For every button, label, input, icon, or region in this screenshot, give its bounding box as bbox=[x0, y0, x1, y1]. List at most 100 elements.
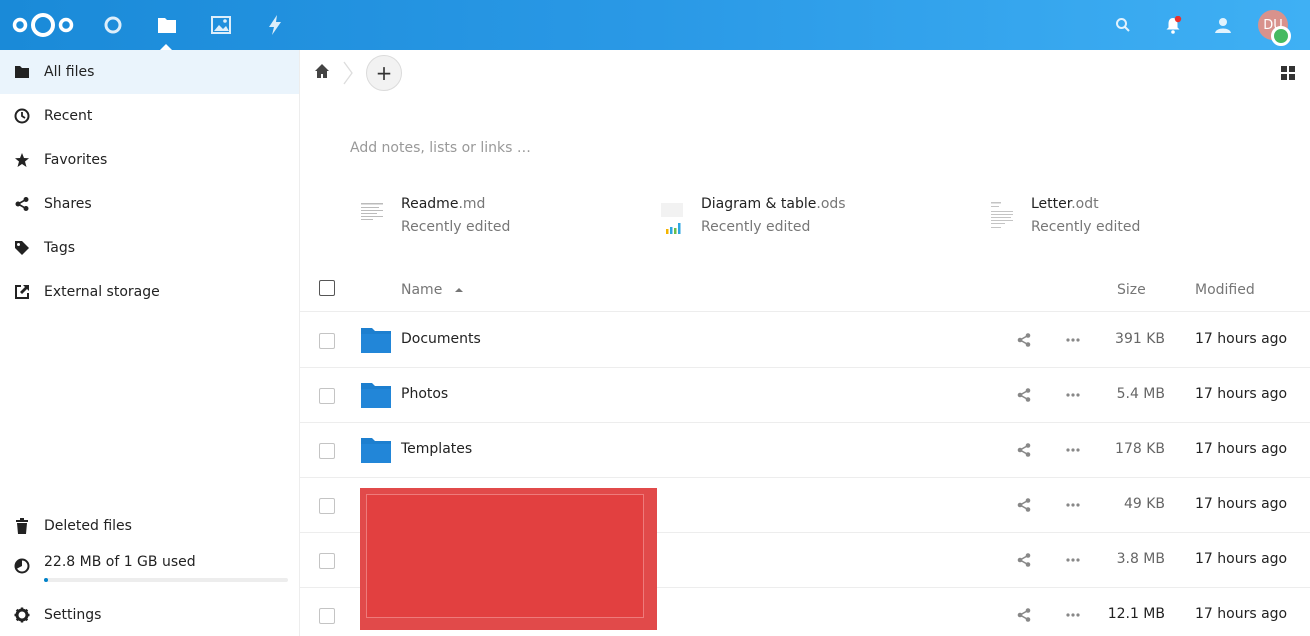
sidebar-item-favorites[interactable]: Favorites bbox=[0, 138, 299, 182]
file-name[interactable]: Photos bbox=[401, 386, 448, 402]
file-size: 178 KB bbox=[1115, 441, 1165, 457]
share-icon[interactable] bbox=[1016, 442, 1032, 458]
sidebar-item-tags[interactable]: Tags bbox=[0, 226, 299, 270]
file-name[interactable]: Templates bbox=[401, 441, 472, 457]
share-icon[interactable] bbox=[1016, 607, 1032, 623]
sidebar-item-external-storage[interactable]: External storage bbox=[0, 270, 299, 314]
star-icon bbox=[14, 152, 30, 168]
sidebar-item-label: Settings bbox=[44, 607, 102, 623]
sidebar-item-deleted-files[interactable]: Deleted files bbox=[0, 504, 299, 548]
recent-item-name: Letter.odt bbox=[1031, 196, 1099, 212]
file-modified: 17 hours ago bbox=[1195, 606, 1288, 622]
select-all-checkbox[interactable] bbox=[319, 280, 335, 296]
search-icon[interactable] bbox=[1111, 13, 1135, 37]
sidebar-item-all-files[interactable]: All files bbox=[0, 50, 299, 94]
sidebar-item-label: External storage bbox=[44, 284, 160, 300]
more-actions-icon[interactable] bbox=[1065, 552, 1081, 568]
home-icon[interactable] bbox=[314, 63, 330, 83]
file-modified: 17 hours ago bbox=[1195, 386, 1288, 402]
recent-item-name: Diagram & table.ods bbox=[701, 196, 846, 212]
contacts-icon[interactable] bbox=[1211, 13, 1235, 37]
recent-item-letter[interactable]: Letter.odt Recently edited bbox=[990, 194, 1140, 244]
text-document-thumbnail-icon bbox=[361, 203, 383, 220]
row-checkbox[interactable] bbox=[319, 333, 335, 349]
online-status-indicator bbox=[1271, 26, 1291, 46]
recent-item-subtitle: Recently edited bbox=[1031, 219, 1141, 235]
grid-view-icon[interactable] bbox=[1280, 65, 1296, 81]
quota-text: 22.8 MB of 1 GB used bbox=[44, 554, 196, 570]
recent-item-diagram[interactable]: Diagram & table.ods Recently edited bbox=[660, 194, 846, 244]
quota-progress-fill bbox=[44, 578, 49, 582]
table-row[interactable]: Photos 5.4 MB 17 hours ago bbox=[300, 368, 1310, 423]
column-header-modified[interactable]: Modified bbox=[1195, 282, 1255, 298]
redacted-region bbox=[360, 488, 657, 630]
file-size: 391 KB bbox=[1115, 331, 1165, 347]
table-row[interactable]: Templates 178 KB 17 hours ago bbox=[300, 423, 1310, 478]
text-document-thumbnail-icon bbox=[991, 202, 1013, 228]
folder-icon bbox=[14, 64, 30, 80]
external-link-icon bbox=[14, 284, 30, 300]
sidebar-item-label: Shares bbox=[44, 196, 92, 212]
recent-item-extension: .odt bbox=[1071, 196, 1099, 212]
column-header-size[interactable]: Size bbox=[1117, 282, 1146, 298]
pie-chart-icon bbox=[14, 558, 30, 574]
new-file-button[interactable]: + bbox=[366, 55, 402, 91]
share-icon[interactable] bbox=[1016, 552, 1032, 568]
file-modified: 17 hours ago bbox=[1195, 441, 1288, 457]
sort-ascending-icon bbox=[454, 288, 463, 292]
tag-icon bbox=[14, 240, 30, 256]
trash-icon bbox=[14, 518, 30, 534]
clock-icon bbox=[14, 108, 30, 124]
share-icon[interactable] bbox=[1016, 332, 1032, 348]
row-checkbox[interactable] bbox=[319, 608, 335, 624]
file-size: 5.4 MB bbox=[1116, 386, 1165, 402]
column-header-name[interactable]: Name bbox=[401, 282, 463, 298]
app-header: DU bbox=[0, 0, 1310, 50]
sidebar-item-shares[interactable]: Shares bbox=[0, 182, 299, 226]
recent-item-readme[interactable]: Readme.md Recently edited bbox=[360, 194, 510, 244]
rich-workspace-notes-placeholder[interactable]: Add notes, lists or links … bbox=[350, 140, 531, 156]
sidebar-item-label: Favorites bbox=[44, 152, 108, 168]
file-size: 3.8 MB bbox=[1116, 551, 1165, 567]
row-checkbox[interactable] bbox=[319, 553, 335, 569]
row-checkbox[interactable] bbox=[319, 443, 335, 459]
gear-icon bbox=[14, 607, 30, 623]
file-list-header: Name Size Modified bbox=[300, 268, 1310, 312]
photos-icon[interactable] bbox=[207, 11, 235, 39]
sidebar-item-label: Tags bbox=[44, 240, 75, 256]
quota-progress-bar bbox=[44, 578, 288, 582]
files-icon[interactable] bbox=[153, 11, 181, 39]
share-icon bbox=[14, 196, 30, 212]
more-actions-icon[interactable] bbox=[1065, 497, 1081, 513]
sidebar-item-label: All files bbox=[44, 64, 95, 80]
more-actions-icon[interactable] bbox=[1065, 442, 1081, 458]
file-modified: 17 hours ago bbox=[1195, 551, 1288, 567]
more-actions-icon[interactable] bbox=[1065, 387, 1081, 403]
folder-icon bbox=[361, 383, 391, 408]
sidebar-item-recent[interactable]: Recent bbox=[0, 94, 299, 138]
dashboard-icon[interactable] bbox=[99, 11, 127, 39]
row-checkbox[interactable] bbox=[319, 498, 335, 514]
sidebar-item-settings[interactable]: Settings bbox=[0, 593, 299, 636]
file-modified: 17 hours ago bbox=[1195, 331, 1288, 347]
file-modified: 17 hours ago bbox=[1195, 496, 1288, 512]
recent-item-subtitle: Recently edited bbox=[701, 219, 811, 235]
table-row[interactable]: Documents 391 KB 17 hours ago bbox=[300, 313, 1310, 368]
spreadsheet-thumbnail-icon bbox=[661, 203, 683, 234]
share-icon[interactable] bbox=[1016, 387, 1032, 403]
breadcrumb-separator-icon bbox=[343, 61, 353, 85]
nextcloud-logo-icon[interactable] bbox=[12, 12, 74, 38]
recent-item-extension: .ods bbox=[816, 196, 846, 212]
activity-icon[interactable] bbox=[261, 11, 289, 39]
recent-item-name: Readme.md bbox=[401, 196, 486, 212]
recent-item-subtitle: Recently edited bbox=[401, 219, 511, 235]
breadcrumb bbox=[314, 64, 330, 82]
file-name[interactable]: Documents bbox=[401, 331, 481, 347]
more-actions-icon[interactable] bbox=[1065, 332, 1081, 348]
redacted-region-inner bbox=[366, 494, 644, 618]
share-icon[interactable] bbox=[1016, 497, 1032, 513]
sidebar-item-label: Deleted files bbox=[44, 518, 132, 534]
row-checkbox[interactable] bbox=[319, 388, 335, 404]
notifications-icon[interactable] bbox=[1161, 13, 1185, 37]
more-actions-icon[interactable] bbox=[1065, 607, 1081, 623]
